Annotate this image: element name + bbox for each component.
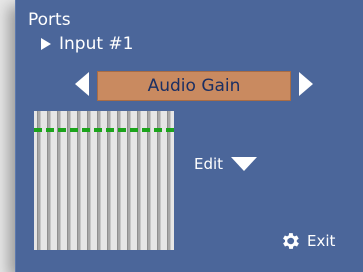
exit-button[interactable]: Exit (279, 230, 335, 252)
parameter-selector[interactable]: Audio Gain (97, 71, 291, 101)
breadcrumb[interactable]: Input #1 (41, 34, 133, 54)
parameter-label: Audio Gain (147, 76, 241, 96)
gear-icon (283, 233, 299, 249)
left-arrow-icon (75, 72, 89, 96)
expand-arrow-icon (41, 38, 51, 50)
ports-panel: Ports Input #1 Audio Gain Edit Exit (15, 0, 363, 272)
next-button[interactable] (296, 71, 316, 97)
edit-button[interactable]: Edit (194, 155, 258, 173)
breadcrumb-label: Input #1 (59, 34, 134, 54)
exit-label: Exit (307, 232, 336, 250)
chevron-down-icon (231, 157, 258, 171)
panel-title: Ports (28, 10, 71, 30)
right-arrow-icon (299, 72, 313, 96)
edit-label: Edit (194, 155, 224, 173)
previous-button[interactable] (72, 71, 92, 97)
gain-level-line[interactable] (34, 128, 174, 133)
